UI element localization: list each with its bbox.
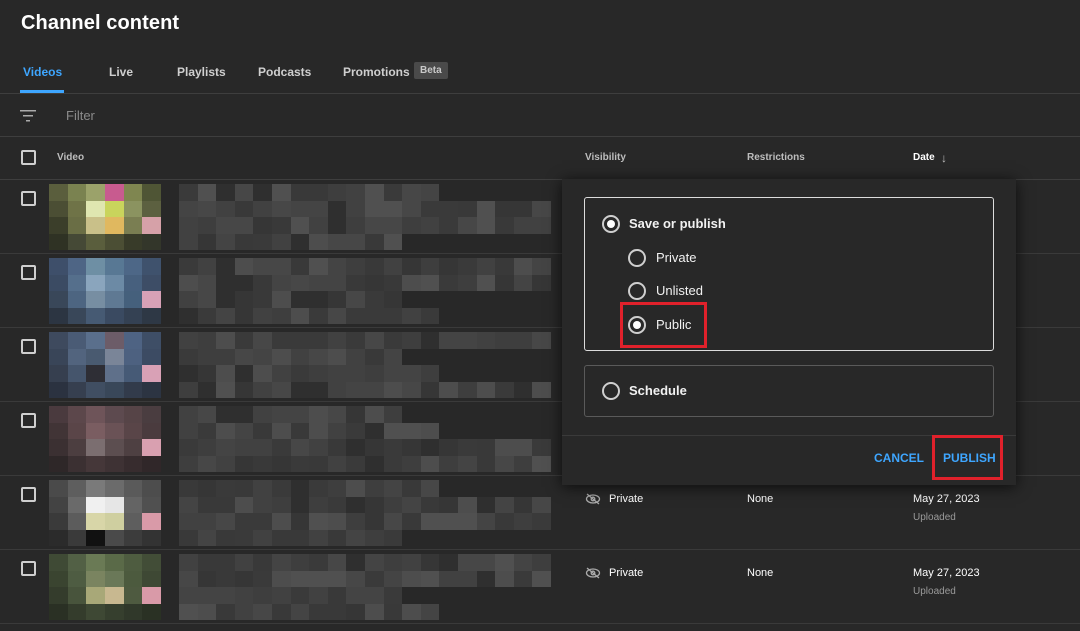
row-checkbox[interactable] bbox=[21, 191, 36, 206]
schedule-label: Schedule bbox=[629, 383, 687, 398]
filter-bar: Filter bbox=[0, 95, 1080, 137]
column-visibility[interactable]: Visibility bbox=[585, 152, 626, 163]
publish-highlight-box bbox=[932, 435, 1003, 480]
video-title-blurred[interactable] bbox=[179, 258, 551, 324]
column-restrictions[interactable]: Restrictions bbox=[747, 152, 805, 163]
row-checkbox[interactable] bbox=[21, 413, 36, 428]
schedule-radio[interactable] bbox=[602, 382, 620, 400]
video-title-blurred[interactable] bbox=[179, 406, 551, 472]
date-cell: May 27, 2023 Uploaded bbox=[913, 493, 980, 523]
table-row[interactable]: Private None May 27, 2023 Uploaded bbox=[0, 476, 1080, 550]
video-thumbnail[interactable] bbox=[49, 184, 161, 250]
column-video: Video bbox=[57, 152, 85, 163]
restrictions-cell: None bbox=[747, 493, 774, 505]
visibility-popup: Save or publish Private Unlisted Public … bbox=[562, 179, 1016, 485]
schedule-box: Schedule bbox=[584, 365, 994, 417]
visibility-label: Private bbox=[609, 493, 644, 505]
tab-live[interactable]: Live bbox=[109, 65, 133, 79]
filter-input[interactable]: Filter bbox=[66, 108, 95, 123]
filter-icon[interactable] bbox=[20, 109, 36, 123]
video-title-blurred[interactable] bbox=[179, 480, 551, 546]
video-thumbnail[interactable] bbox=[49, 406, 161, 472]
row-checkbox[interactable] bbox=[21, 265, 36, 280]
private-label: Private bbox=[656, 250, 697, 265]
sort-arrow-icon[interactable]: ↓ bbox=[941, 151, 947, 165]
unlisted-radio[interactable] bbox=[628, 282, 646, 300]
unlisted-label: Unlisted bbox=[656, 283, 703, 298]
save-or-publish-radio[interactable] bbox=[602, 215, 620, 233]
tab-bar: Videos Live Playlists Podcasts Promotion… bbox=[0, 52, 1080, 94]
tab-podcasts[interactable]: Podcasts bbox=[258, 65, 311, 79]
eye-off-icon bbox=[585, 567, 601, 579]
visibility-cell[interactable]: Private bbox=[585, 567, 643, 579]
table-row[interactable]: Private None May 27, 2023 Uploaded bbox=[0, 550, 1080, 624]
video-title-blurred[interactable] bbox=[179, 184, 551, 250]
video-thumbnail[interactable] bbox=[49, 332, 161, 398]
date-cell: May 27, 2023 Uploaded bbox=[913, 567, 980, 597]
page-title: Channel content bbox=[21, 12, 180, 34]
video-thumbnail[interactable] bbox=[49, 554, 161, 620]
visibility-cell[interactable]: Private bbox=[585, 493, 643, 505]
private-radio[interactable] bbox=[628, 249, 646, 267]
date-status: Uploaded bbox=[913, 586, 956, 597]
select-all-checkbox[interactable] bbox=[21, 150, 36, 165]
row-checkbox[interactable] bbox=[21, 561, 36, 576]
column-date[interactable]: Date bbox=[913, 152, 935, 163]
public-highlight-box bbox=[620, 302, 707, 348]
date-status: Uploaded bbox=[913, 512, 956, 523]
date-value: May 27, 2023 bbox=[913, 567, 980, 579]
restrictions-cell: None bbox=[747, 567, 774, 579]
row-checkbox[interactable] bbox=[21, 339, 36, 354]
save-or-publish-box: Save or publish Private Unlisted Public bbox=[584, 197, 994, 351]
eye-off-icon bbox=[585, 493, 601, 505]
date-value: May 27, 2023 bbox=[913, 493, 980, 505]
tab-playlists[interactable]: Playlists bbox=[177, 65, 226, 79]
video-title-blurred[interactable] bbox=[179, 554, 551, 620]
active-tab-indicator bbox=[20, 90, 64, 93]
tab-promotions[interactable]: Promotions bbox=[343, 65, 410, 79]
beta-badge: Beta bbox=[414, 62, 448, 79]
video-title-blurred[interactable] bbox=[179, 332, 551, 398]
row-checkbox[interactable] bbox=[21, 487, 36, 502]
table-header: Video Visibility Restrictions Date ↓ bbox=[0, 137, 1080, 180]
video-thumbnail[interactable] bbox=[49, 480, 161, 546]
video-thumbnail[interactable] bbox=[49, 258, 161, 324]
cancel-button[interactable]: CANCEL bbox=[874, 451, 924, 465]
save-or-publish-label: Save or publish bbox=[629, 216, 726, 231]
visibility-label: Private bbox=[609, 567, 644, 579]
tab-videos[interactable]: Videos bbox=[23, 65, 62, 79]
